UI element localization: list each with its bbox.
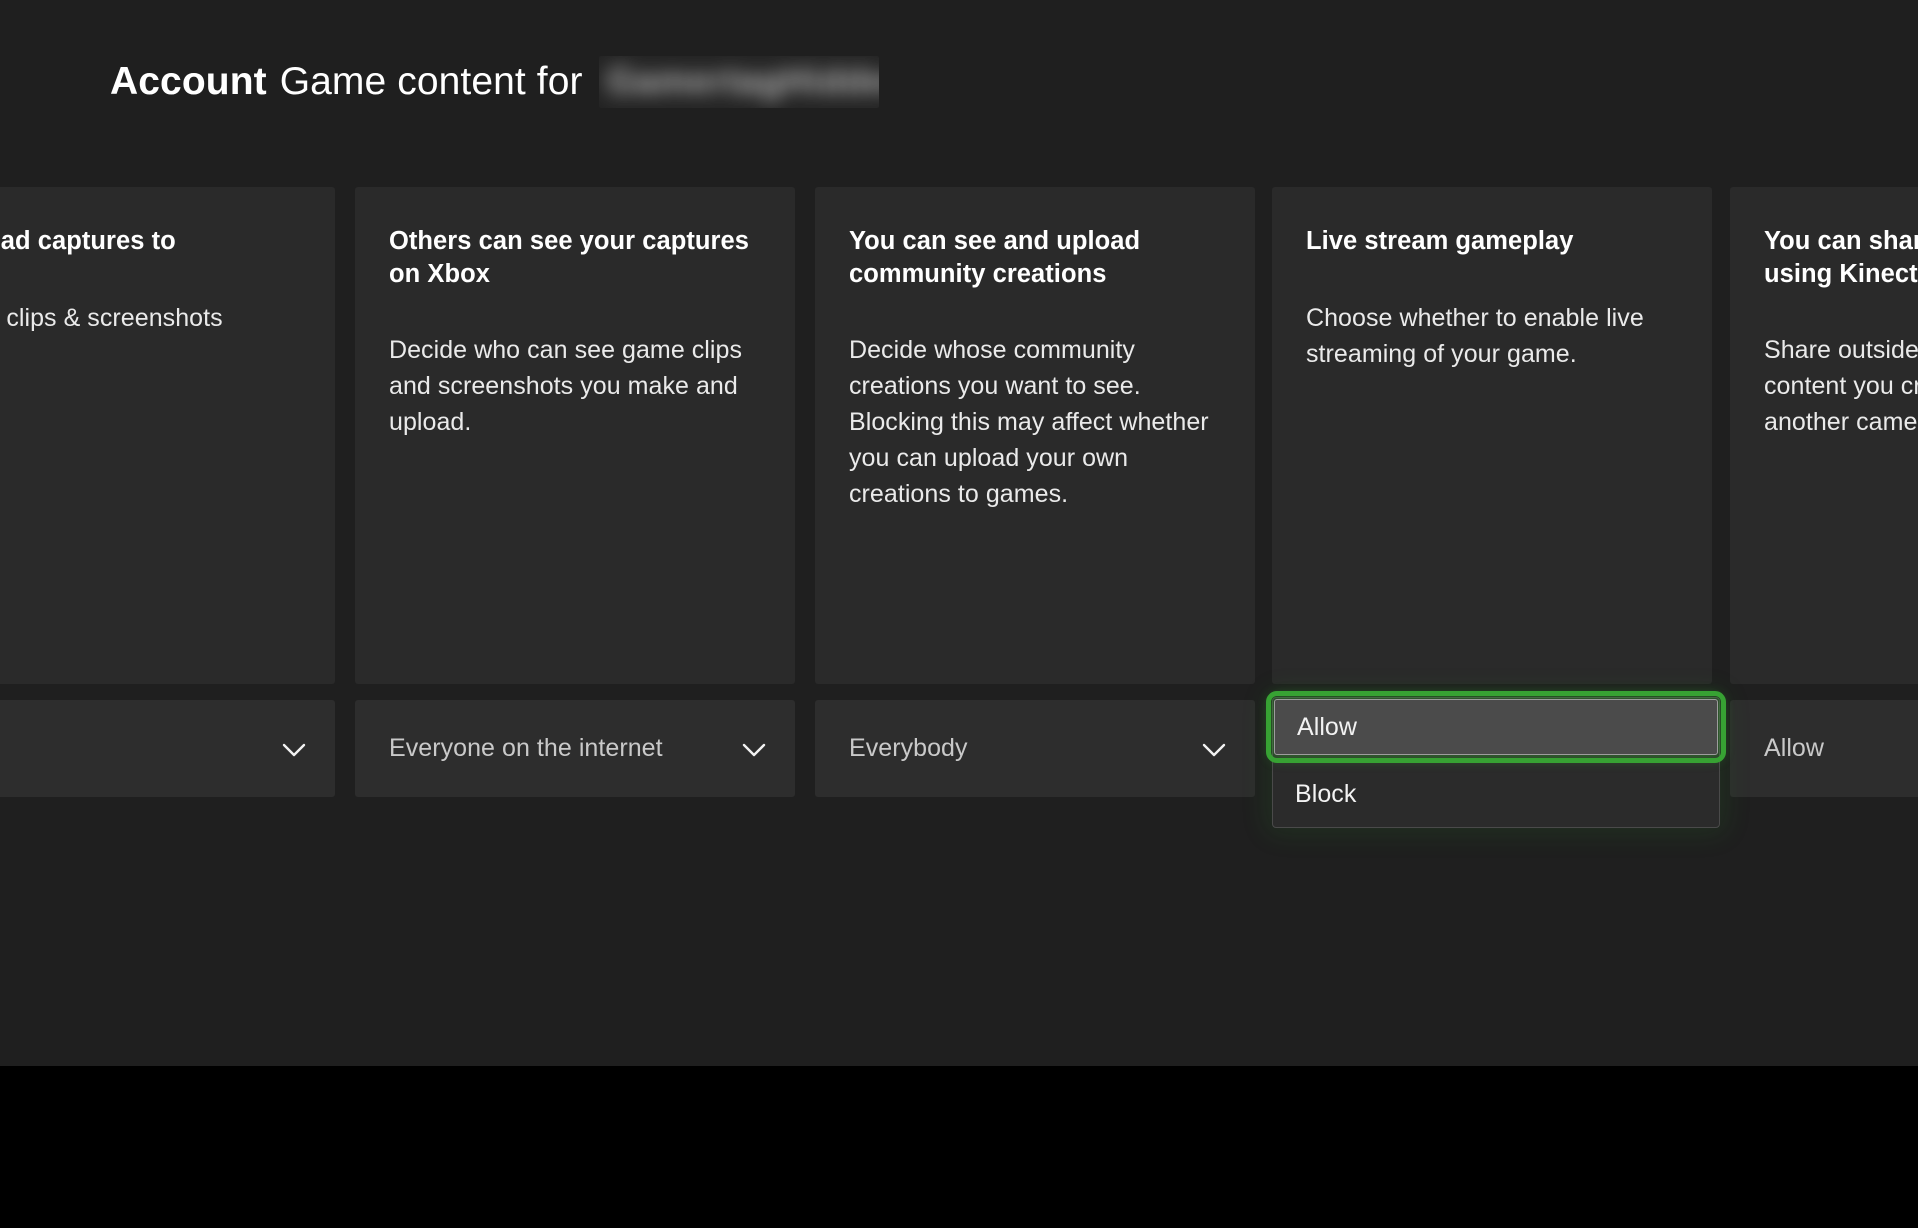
selector-others-see-captures[interactable]: Everyone on the internet	[355, 700, 795, 797]
chevron-down-icon	[277, 732, 311, 766]
chevron-down-icon	[1197, 732, 1231, 766]
gamertag-redacted: GamertagHidden	[598, 56, 879, 108]
dropdown-option-allow[interactable]: Allow	[1266, 691, 1726, 763]
selector-upload-captures[interactable]	[0, 700, 335, 797]
card-description: Choose whether to enable live streaming …	[1306, 303, 1644, 368]
live-stream-dropdown-panel: Allow Block	[1266, 691, 1726, 828]
selector-value: Everyone on the internet	[389, 734, 663, 762]
page-title-bold: Account	[110, 60, 267, 103]
card-description: l game clips & screenshots x.	[6, 303, 223, 332]
xbox-settings-screen: Account Game content for GamertagHidden …	[0, 0, 1918, 1228]
card-description: Share outside content you cr another cam…	[1764, 336, 1918, 437]
settings-cards-row: n upload captures to l game clips & scre…	[0, 187, 1918, 684]
bottom-black-strip	[0, 1066, 1918, 1228]
card-description: Decide who can see game clips and screen…	[389, 336, 743, 437]
card-title: Live stream gameplay	[1306, 227, 1574, 255]
gamertag-blurred-text: GamertagHidden	[606, 60, 879, 101]
chevron-down-icon	[737, 732, 771, 766]
selector-kinect-sharing[interactable]: Allow	[1730, 700, 1918, 797]
card-title: Others can see your captures on Xbox	[389, 227, 749, 288]
settings-card-others-see-captures: Others can see your captures on Xbox Dec…	[355, 187, 795, 684]
card-description: Decide whose community creations you wan…	[849, 336, 1209, 509]
settings-card-kinect-sharing: You can share using Kinect o Share outsi…	[1730, 187, 1918, 684]
dropdown-option-block[interactable]: Block	[1273, 767, 1719, 821]
selector-community-creations[interactable]: Everybody	[815, 700, 1255, 797]
settings-card-upload-captures: n upload captures to l game clips & scre…	[0, 187, 335, 684]
selector-value: Everybody	[849, 734, 968, 762]
settings-card-community-creations: You can see and upload community creatio…	[815, 187, 1255, 684]
page-header: Account Game content for GamertagHidden	[110, 56, 879, 108]
dropdown-option-label: Allow	[1297, 712, 1357, 741]
card-title: You can share using Kinect o	[1764, 227, 1918, 288]
card-title: You can see and upload community creatio…	[849, 227, 1141, 288]
settings-card-live-stream-gameplay: Live stream gameplay Choose whether to e…	[1272, 187, 1712, 684]
app-surface: Account Game content for GamertagHidden …	[0, 0, 1918, 1066]
page-title-rest: Game content for	[279, 60, 583, 103]
dropdown-option-label: Block	[1295, 779, 1357, 808]
card-title: n upload captures to	[0, 227, 176, 255]
selector-value: Allow	[1764, 734, 1824, 762]
